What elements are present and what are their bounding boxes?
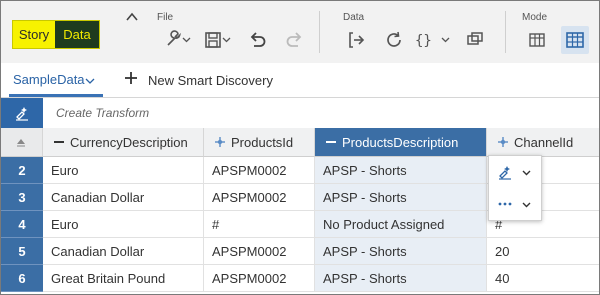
column-header-productsid[interactable]: ProductsId — [204, 128, 315, 157]
toolbar-separator — [319, 11, 320, 53]
chevron-down-icon[interactable] — [222, 35, 231, 44]
app-frame: Story Data File Data {} Mode SampleData … — [0, 0, 600, 295]
table-cell[interactable]: APSP - Shorts — [315, 238, 487, 265]
formula-icon[interactable]: {} — [414, 29, 442, 51]
table-cell[interactable]: APSPM0002 — [204, 238, 315, 265]
toolbar: Story Data File Data {} Mode — [1, 1, 599, 63]
transform-icon — [16, 107, 28, 121]
smart-transform-button[interactable] — [1, 98, 43, 128]
svg-text:{}: {} — [415, 33, 432, 49]
wrench-icon[interactable] — [162, 29, 184, 51]
chevron-down-icon — [522, 170, 531, 176]
table-cell[interactable]: # — [204, 211, 315, 238]
more-icon — [498, 202, 512, 206]
tab-bar: SampleData New Smart Discovery — [1, 63, 599, 98]
column-header-label: ProductsDescription — [342, 135, 459, 150]
row-number[interactable]: 6 — [1, 265, 43, 292]
story-data-switch[interactable]: Story Data — [12, 20, 100, 49]
move-icon — [215, 137, 225, 147]
table-cell[interactable]: APSP - Shorts — [315, 157, 487, 184]
create-transform-input[interactable]: Create Transform — [56, 106, 149, 120]
table-cell[interactable]: Canadian Dollar — [43, 238, 204, 265]
file-group-label: File — [157, 12, 174, 23]
minus-icon — [326, 141, 336, 143]
refresh-icon[interactable] — [383, 29, 405, 51]
column-header-label: CurrencyDescription — [70, 135, 188, 150]
table-cell[interactable]: 20 — [487, 238, 599, 265]
table-cell[interactable]: APSP - Shorts — [315, 184, 487, 211]
table-cell[interactable]: APSPM0002 — [204, 157, 315, 184]
row-number[interactable]: 3 — [1, 184, 43, 211]
more-actions-menu[interactable] — [489, 188, 541, 220]
copy-icon[interactable] — [464, 29, 486, 51]
chevron-down-icon[interactable] — [85, 76, 95, 86]
grid-view-icon[interactable] — [526, 29, 548, 51]
import-icon[interactable] — [345, 29, 367, 51]
table-view-icon[interactable] — [561, 26, 589, 54]
column-header-currencydescription[interactable]: CurrencyDescription — [43, 128, 204, 157]
column-header-channelid[interactable]: ChannelId — [487, 128, 599, 157]
redo-icon[interactable] — [283, 29, 305, 51]
chevron-down-icon[interactable] — [182, 35, 191, 44]
table-cell[interactable]: APSP - Shorts — [315, 265, 487, 292]
sort-icon — [17, 139, 25, 147]
chevron-down-icon[interactable] — [441, 35, 450, 44]
row-number[interactable]: 2 — [1, 157, 43, 184]
table-cell[interactable]: No Product Assigned — [315, 211, 487, 238]
row-number[interactable]: 5 — [1, 238, 43, 265]
plus-icon[interactable] — [124, 71, 138, 85]
chevron-up-icon[interactable] — [125, 10, 139, 24]
toolbar-separator — [505, 11, 506, 53]
column-header-label: ChannelId — [514, 135, 574, 150]
table-cell[interactable]: Euro — [43, 157, 204, 184]
row-number[interactable]: 4 — [1, 211, 43, 238]
save-icon[interactable] — [202, 29, 224, 51]
table-cell[interactable]: 40 — [487, 265, 599, 292]
undo-icon[interactable] — [247, 29, 269, 51]
grid-corner[interactable] — [1, 128, 43, 157]
data-mode-button[interactable]: Data — [55, 21, 99, 48]
mode-group-label: Mode — [522, 12, 548, 23]
smart-transform-menu[interactable] — [489, 156, 541, 188]
active-tab-indicator — [9, 94, 103, 97]
table-cell[interactable]: Euro — [43, 211, 204, 238]
table-cell[interactable]: Canadian Dollar — [43, 184, 204, 211]
transform-icon — [499, 166, 511, 180]
table-cell[interactable]: APSPM0002 — [204, 184, 315, 211]
minus-icon — [54, 141, 64, 143]
chevron-down-icon — [522, 202, 531, 208]
column-header-label: ProductsId — [231, 135, 294, 150]
data-group-label: Data — [343, 12, 365, 23]
story-mode-button[interactable]: Story — [13, 21, 55, 48]
new-smart-discovery-button[interactable]: New Smart Discovery — [148, 73, 273, 88]
column-header-productsdescription[interactable]: ProductsDescription — [315, 128, 487, 157]
table-cell[interactable]: APSPM0002 — [204, 265, 315, 292]
move-icon — [498, 137, 508, 147]
table-cell[interactable]: Great Britain Pound — [43, 265, 204, 292]
transform-bar: Create Transform — [1, 98, 599, 129]
tab-sampledata[interactable]: SampleData — [13, 72, 85, 87]
column-action-popup — [488, 155, 542, 221]
